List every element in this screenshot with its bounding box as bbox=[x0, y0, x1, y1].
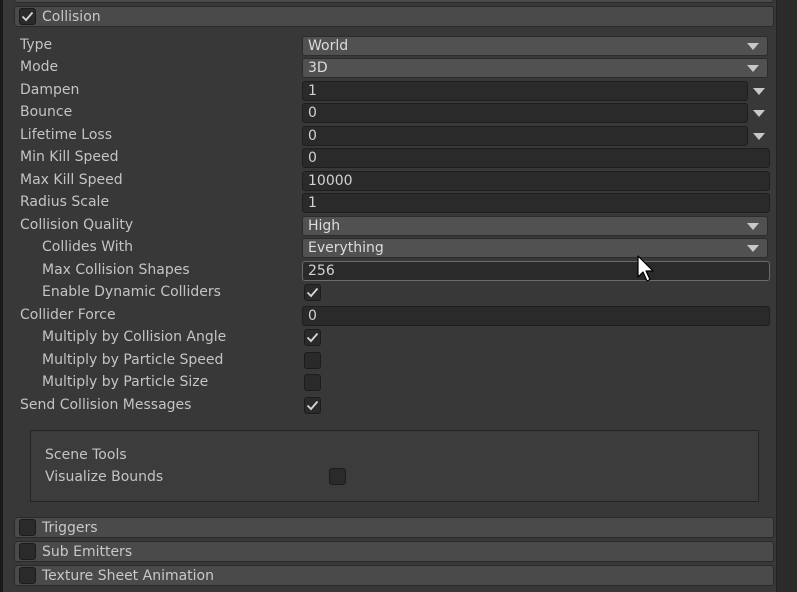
collision-enable-checkbox[interactable] bbox=[19, 8, 36, 25]
min-kill-speed-label: Min Kill Speed bbox=[20, 149, 119, 165]
radius-scale-input[interactable]: 1 bbox=[302, 193, 770, 213]
caret-down-icon bbox=[747, 223, 759, 230]
check-icon bbox=[21, 11, 34, 22]
mode-label: Mode bbox=[20, 59, 59, 75]
collision-quality-dropdown[interactable]: High bbox=[302, 216, 768, 236]
collision-module-header[interactable]: Collision bbox=[14, 6, 774, 27]
texture-sheet-animation-module-label: Texture Sheet Animation bbox=[42, 567, 214, 584]
collides-with-label: Collides With bbox=[42, 239, 134, 255]
max-kill-speed-input[interactable]: 10000 bbox=[302, 171, 770, 191]
row-collision-quality: Collision Quality High bbox=[12, 215, 776, 237]
dampen-curve-caret-icon[interactable] bbox=[753, 88, 765, 95]
mode-value: 3D bbox=[308, 60, 328, 76]
triggers-module-header[interactable]: Triggers bbox=[14, 517, 774, 538]
row-max-collision-shapes: Max Collision Shapes 256 bbox=[12, 260, 776, 282]
triggers-enable-checkbox[interactable] bbox=[19, 519, 36, 536]
check-icon bbox=[306, 287, 319, 298]
multiply-particle-size-label: Multiply by Particle Size bbox=[42, 374, 209, 390]
check-icon bbox=[306, 400, 319, 411]
multiply-particle-size-checkbox[interactable] bbox=[304, 374, 321, 391]
row-min-kill-speed: Min Kill Speed 0 bbox=[12, 147, 776, 169]
row-radius-scale: Radius Scale 1 bbox=[12, 192, 776, 214]
row-lifetime-loss: Lifetime Loss 0 bbox=[12, 125, 776, 147]
collides-with-dropdown[interactable]: Everything bbox=[302, 238, 768, 258]
row-multiply-collision-angle: Multiply by Collision Angle bbox=[12, 327, 776, 349]
row-collider-force: Collider Force 0 bbox=[12, 305, 776, 327]
collision-quality-value: High bbox=[308, 218, 341, 234]
row-multiply-particle-size: Multiply by Particle Size bbox=[12, 372, 776, 394]
dampen-input[interactable]: 1 bbox=[302, 81, 748, 101]
row-enable-dynamic-colliders: Enable Dynamic Colliders bbox=[12, 282, 776, 304]
inspector-panel: Collision Type World Mode 3D Dampen 1 Bo… bbox=[12, 0, 776, 592]
sub-emitters-enable-checkbox[interactable] bbox=[19, 543, 36, 560]
bounce-label: Bounce bbox=[20, 104, 73, 120]
radius-scale-label: Radius Scale bbox=[20, 194, 110, 210]
visualize-bounds-label: Visualize Bounds bbox=[45, 469, 164, 485]
collides-with-value: Everything bbox=[308, 240, 384, 256]
caret-down-icon bbox=[747, 43, 759, 50]
enable-dynamic-colliders-checkbox[interactable] bbox=[304, 284, 321, 301]
caret-down-icon bbox=[747, 65, 759, 72]
enable-dynamic-colliders-label: Enable Dynamic Colliders bbox=[42, 284, 221, 300]
mode-dropdown[interactable]: 3D bbox=[302, 58, 768, 78]
lifetime-loss-curve-caret-icon[interactable] bbox=[753, 133, 765, 140]
row-collides-with: Collides With Everything bbox=[12, 237, 776, 259]
min-kill-speed-input[interactable]: 0 bbox=[302, 148, 770, 168]
caret-down-icon bbox=[747, 245, 759, 252]
lifetime-loss-label: Lifetime Loss bbox=[20, 127, 113, 143]
texture-sheet-animation-module-header[interactable]: Texture Sheet Animation bbox=[14, 565, 774, 586]
multiply-particle-speed-label: Multiply by Particle Speed bbox=[42, 352, 224, 368]
max-kill-speed-label: Max Kill Speed bbox=[20, 172, 123, 188]
collision-module-label: Collision bbox=[42, 8, 101, 25]
collider-force-label: Collider Force bbox=[20, 307, 116, 323]
row-type: Type World bbox=[12, 35, 776, 57]
multiply-collision-angle-checkbox[interactable] bbox=[304, 329, 321, 346]
collision-quality-label: Collision Quality bbox=[20, 217, 134, 233]
send-collision-messages-checkbox[interactable] bbox=[304, 397, 321, 414]
visualize-bounds-checkbox[interactable] bbox=[329, 468, 346, 485]
mouse-cursor-icon bbox=[637, 255, 654, 282]
row-send-collision-messages: Send Collision Messages bbox=[12, 395, 776, 417]
multiply-particle-speed-checkbox[interactable] bbox=[304, 352, 321, 369]
previous-module-header-sliver bbox=[14, 0, 774, 3]
bounce-input[interactable]: 0 bbox=[302, 103, 748, 123]
row-bounce: Bounce 0 bbox=[12, 102, 776, 124]
lifetime-loss-input[interactable]: 0 bbox=[302, 126, 748, 146]
send-collision-messages-label: Send Collision Messages bbox=[20, 397, 192, 413]
triggers-module-label: Triggers bbox=[42, 519, 98, 536]
max-collision-shapes-input[interactable]: 256 bbox=[302, 261, 770, 281]
row-multiply-particle-speed: Multiply by Particle Speed bbox=[12, 350, 776, 372]
collider-force-input[interactable]: 0 bbox=[302, 306, 770, 326]
window-left-gutter bbox=[3, 0, 12, 592]
row-dampen: Dampen 1 bbox=[12, 80, 776, 102]
type-dropdown[interactable]: World bbox=[302, 36, 768, 56]
row-mode: Mode 3D bbox=[12, 57, 776, 79]
dampen-label: Dampen bbox=[20, 82, 80, 98]
texture-sheet-animation-enable-checkbox[interactable] bbox=[19, 567, 36, 584]
multiply-collision-angle-label: Multiply by Collision Angle bbox=[42, 329, 227, 345]
sub-emitters-module-header[interactable]: Sub Emitters bbox=[14, 541, 774, 562]
sub-emitters-module-label: Sub Emitters bbox=[42, 543, 133, 560]
check-icon bbox=[306, 332, 319, 343]
inspector-scrollbar-track[interactable] bbox=[776, 0, 797, 592]
scene-tools-title: Scene Tools bbox=[45, 447, 127, 463]
max-collision-shapes-label: Max Collision Shapes bbox=[42, 262, 190, 278]
type-value: World bbox=[308, 38, 349, 54]
bounce-curve-caret-icon[interactable] bbox=[753, 110, 765, 117]
row-max-kill-speed: Max Kill Speed 10000 bbox=[12, 170, 776, 192]
type-label: Type bbox=[20, 37, 53, 53]
scene-tools-box: Scene Tools Visualize Bounds bbox=[30, 430, 759, 502]
